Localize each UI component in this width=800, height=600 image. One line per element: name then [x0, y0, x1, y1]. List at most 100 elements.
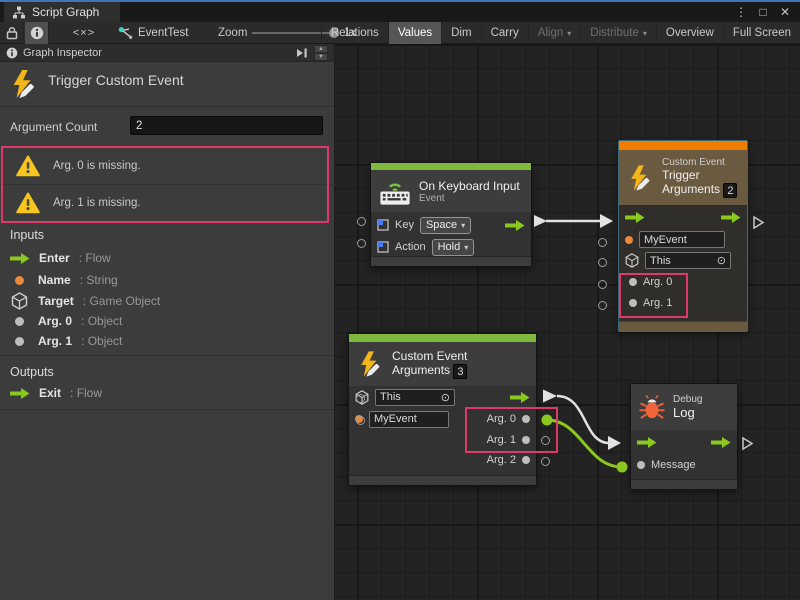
graph-icon: [118, 26, 133, 40]
message-port[interactable]: [637, 461, 645, 469]
custom-event-name-port[interactable]: [356, 416, 365, 425]
node-custom-event[interactable]: Custom Event Arguments 3 This ⊙: [348, 333, 537, 486]
dim-button[interactable]: Dim: [441, 22, 480, 44]
arg2-out-port[interactable]: [522, 456, 530, 464]
chevron-down-icon: ▾: [567, 29, 571, 38]
inspector-toggle-button[interactable]: [25, 22, 49, 44]
object-port[interactable]: [629, 299, 637, 307]
custom-event-icon: [627, 164, 654, 192]
string-port-icon: [15, 276, 24, 285]
node-title: Custom Event: [392, 349, 467, 363]
input-port-arg0: Arg. 0Object: [10, 312, 122, 330]
flow-out-arrow[interactable]: [711, 437, 731, 448]
event-color-bar: [371, 163, 531, 170]
event-name-field[interactable]: MyEvent: [639, 231, 725, 248]
lock-button[interactable]: [0, 22, 24, 44]
info-icon: [30, 26, 44, 40]
object-port-icon: [15, 317, 24, 326]
unity-script-graph-window: Script Graph ⋮ □ ✕ <×>: [0, 0, 800, 600]
arg2-external-port[interactable]: [541, 457, 550, 466]
flow-in-arrow[interactable]: [625, 212, 645, 223]
overview-button[interactable]: Overview: [656, 22, 723, 44]
key-dropdown[interactable]: Space ▾: [420, 217, 471, 234]
title-bar: Script Graph ⋮ □ ✕: [0, 2, 800, 22]
code-view-button[interactable]: <×>: [62, 22, 106, 44]
hierarchy-icon: [12, 6, 26, 19]
trigger-arg1-port[interactable]: [598, 301, 607, 310]
align-button[interactable]: Align▾: [528, 22, 581, 44]
window-menu-button[interactable]: ⋮: [730, 5, 752, 19]
object-port[interactable]: [629, 278, 637, 286]
inspector-header: Graph Inspector ▲▼: [0, 44, 334, 62]
key-label: Key: [395, 219, 414, 231]
tab-script-graph[interactable]: Script Graph: [4, 2, 120, 22]
dock-icon[interactable]: [295, 47, 309, 59]
arg1-out-port[interactable]: [522, 436, 530, 444]
maximize-button[interactable]: □: [752, 5, 774, 19]
action-input-port[interactable]: [357, 239, 366, 248]
keyboard-icon: [379, 177, 411, 206]
argument-count-input[interactable]: 2: [130, 116, 323, 135]
carry-button[interactable]: Carry: [481, 22, 528, 44]
trigger-arg0-port[interactable]: [598, 280, 607, 289]
target-field[interactable]: This ⊙: [375, 389, 455, 406]
graph-reference[interactable]: EventTest: [118, 22, 189, 44]
message-label: Message: [651, 459, 696, 471]
node-subtitle: Event: [419, 193, 520, 204]
node-category: Custom Event: [662, 157, 737, 168]
warning-text: Arg. 0 is missing.: [53, 160, 141, 172]
chevron-down-icon: ▾: [461, 221, 465, 230]
unit-title: Trigger Custom Event: [48, 72, 184, 88]
close-button[interactable]: ✕: [774, 5, 796, 19]
flow-out-arrow[interactable]: [510, 392, 530, 403]
warning-icon: [16, 192, 40, 214]
arg1-label: Arg. 1: [487, 434, 516, 446]
node-trigger-custom-event[interactable]: Custom Event Trigger Arguments 2 MyEvent: [618, 140, 748, 332]
flow-in-arrow[interactable]: [637, 437, 657, 448]
fullscreen-button[interactable]: Full Screen: [723, 22, 800, 44]
distribute-button[interactable]: Distribute▾: [580, 22, 656, 44]
relations-button[interactable]: Relations: [321, 22, 388, 44]
node-category: Debug: [673, 394, 702, 405]
target-field[interactable]: This ⊙: [645, 252, 731, 269]
node-on-keyboard-input[interactable]: On Keyboard Input Event Key Space ▾: [370, 162, 532, 267]
arg0-out-port[interactable]: [522, 415, 530, 423]
node-debug-log[interactable]: Debug Log Message: [630, 383, 738, 490]
argument-count-badge[interactable]: 2: [723, 183, 737, 198]
keycode-icon: [377, 219, 389, 231]
custom-event-target-port[interactable]: [356, 394, 365, 403]
graph-canvas[interactable]: On Keyboard Input Event Key Space ▾: [335, 44, 800, 600]
trigger-name-port[interactable]: [598, 238, 607, 247]
flow-continuation-marker: [741, 436, 754, 451]
input-port-enter: EnterFlow: [10, 249, 111, 267]
custom-event-icon: [357, 350, 384, 378]
values-button[interactable]: Values: [388, 22, 441, 44]
output-port-exit: ExitFlow: [10, 384, 102, 402]
panel-spinner[interactable]: ▲▼: [314, 45, 328, 61]
cube-icon[interactable]: [625, 253, 639, 268]
input-port-target: TargetGame Object: [10, 292, 160, 310]
code-icon: <×>: [73, 27, 95, 39]
arg0-label: Arg. 0: [643, 276, 672, 288]
arg1-external-port[interactable]: [541, 436, 550, 445]
argument-count-badge[interactable]: 3: [453, 364, 467, 379]
input-port-arg1: Arg. 1Object: [10, 332, 122, 350]
target-picker-icon[interactable]: ⊙: [717, 254, 726, 267]
flow-out-arrow[interactable]: [721, 212, 741, 223]
selected-color-bar: [619, 141, 747, 150]
flow-out-arrow[interactable]: [505, 220, 525, 231]
arguments-label: Arguments: [392, 363, 450, 377]
chevron-down-icon: ▾: [643, 29, 647, 38]
warning-icon: [16, 155, 40, 177]
string-port[interactable]: [625, 236, 633, 244]
event-color-bar: [349, 334, 536, 342]
action-dropdown[interactable]: Hold ▾: [432, 239, 475, 256]
event-name-field[interactable]: MyEvent: [369, 411, 449, 428]
target-picker-icon[interactable]: ⊙: [441, 391, 450, 404]
input-port-name: NameString: [10, 271, 118, 289]
key-input-port[interactable]: [357, 217, 366, 226]
tab-label: Script Graph: [32, 5, 99, 19]
trigger-target-port[interactable]: [598, 258, 607, 267]
chevron-down-icon: ▾: [464, 243, 468, 252]
bug-icon: [639, 394, 665, 421]
